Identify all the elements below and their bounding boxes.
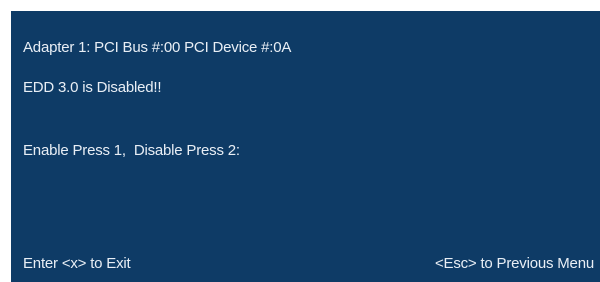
- key-hints-bar: Enter <x> to Exit <Esc> to Previous Menu: [23, 255, 594, 273]
- previous-menu-key-hint[interactable]: <Esc> to Previous Menu: [435, 255, 594, 273]
- edd-status-line: EDD 3.0 is Disabled!!: [23, 79, 162, 96]
- bios-config-screen: Adapter 1: PCI Bus #:00 PCI Device #:0A …: [11, 11, 600, 282]
- enable-disable-prompt[interactable]: Enable Press 1, Disable Press 2:: [23, 142, 240, 160]
- adapter-info-line: Adapter 1: PCI Bus #:00 PCI Device #:0A: [23, 39, 292, 56]
- exit-key-hint[interactable]: Enter <x> to Exit: [23, 255, 131, 273]
